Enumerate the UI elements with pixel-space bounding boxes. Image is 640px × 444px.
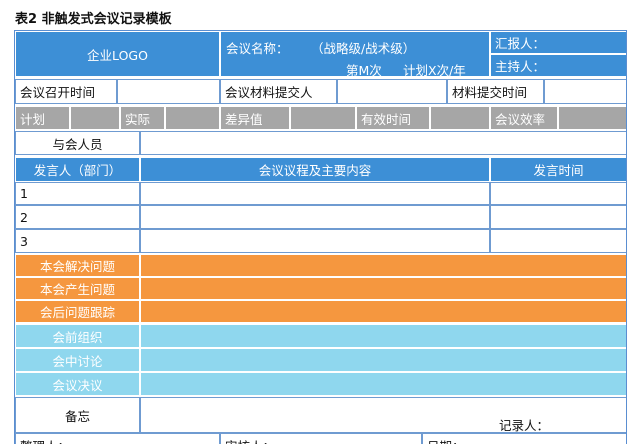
organizer-cell: 整理人： xyxy=(15,433,220,444)
followup-issues-label: 会后问题跟踪 xyxy=(15,300,140,323)
plan-value[interactable] xyxy=(70,106,120,130)
effective-time-value[interactable] xyxy=(430,106,490,130)
meeting-name-cell: 会议名称： （战略级/战术级） 第M次 计划X次/年 xyxy=(220,31,490,77)
row-time[interactable] xyxy=(490,205,627,229)
submit-time-label: 材料提交时间 xyxy=(447,79,544,104)
material-submitter-label: 会议材料提交人 xyxy=(220,79,337,104)
new-issues-value[interactable] xyxy=(140,277,627,300)
convene-time-label: 会议召开时间 xyxy=(15,79,117,104)
resolution-label: 会议决议 xyxy=(15,372,140,396)
meeting-level: （战略级/战术级） xyxy=(311,41,416,56)
resolved-issues-value[interactable] xyxy=(140,254,627,277)
meeting-name-label: 会议名称： xyxy=(226,41,289,56)
meeting-record-template: 表2 非触发式会议记录模板 企业LOGO 会议名称： （战略级/战术级） 第M次… xyxy=(0,0,640,444)
resolution-value[interactable] xyxy=(140,372,627,396)
material-submitter-value[interactable] xyxy=(337,79,447,104)
speaker-header: 发言人（部门） xyxy=(15,157,140,182)
submit-time-value[interactable] xyxy=(544,79,627,104)
discussion-value[interactable] xyxy=(140,348,627,372)
pre-meeting-label: 会前组织 xyxy=(15,324,140,348)
memo-label: 备忘 xyxy=(15,397,140,433)
reporter-cell: 汇报人： xyxy=(490,31,627,54)
reviewer-cell: 审核人： xyxy=(220,433,422,444)
agenda-header: 会议议程及主要内容 xyxy=(140,157,490,182)
recorder-label: 记录人： xyxy=(499,418,550,433)
row-number: 1 xyxy=(15,182,140,205)
discussion-label: 会中讨论 xyxy=(15,348,140,372)
logo-cell: 企业LOGO xyxy=(15,31,220,77)
host-cell: 主持人： xyxy=(490,54,627,77)
actual-label: 实际 xyxy=(120,106,165,130)
speak-time-header: 发言时间 xyxy=(490,157,627,182)
actual-value[interactable] xyxy=(165,106,220,130)
table-caption: 表2 非触发式会议记录模板 xyxy=(15,12,172,27)
row-agenda[interactable] xyxy=(140,205,490,229)
memo-value[interactable]: 记录人： xyxy=(140,397,627,433)
row-agenda[interactable] xyxy=(140,229,490,253)
new-issues-label: 本会产生问题 xyxy=(15,277,140,300)
meeting-plan: 计划X次/年 xyxy=(403,63,466,77)
efficiency-value[interactable] xyxy=(558,106,627,130)
row-time[interactable] xyxy=(490,229,627,253)
variance-label: 差异值 xyxy=(220,106,290,130)
convene-time-value[interactable] xyxy=(117,79,220,104)
followup-issues-value[interactable] xyxy=(140,300,627,323)
date-cell: 日期： xyxy=(422,433,627,444)
row-number: 3 xyxy=(15,229,140,253)
efficiency-label: 会议效率 xyxy=(490,106,558,130)
attendees-label: 与会人员 xyxy=(15,131,140,155)
meeting-month: 第M次 xyxy=(346,63,382,77)
variance-value[interactable] xyxy=(290,106,356,130)
plan-label: 计划 xyxy=(15,106,70,130)
effective-time-label: 有效时间 xyxy=(356,106,430,130)
attendees-value[interactable] xyxy=(140,131,627,155)
resolved-issues-label: 本会解决问题 xyxy=(15,254,140,277)
pre-meeting-value[interactable] xyxy=(140,324,627,348)
row-number: 2 xyxy=(15,205,140,229)
row-time[interactable] xyxy=(490,182,627,205)
row-agenda[interactable] xyxy=(140,182,490,205)
